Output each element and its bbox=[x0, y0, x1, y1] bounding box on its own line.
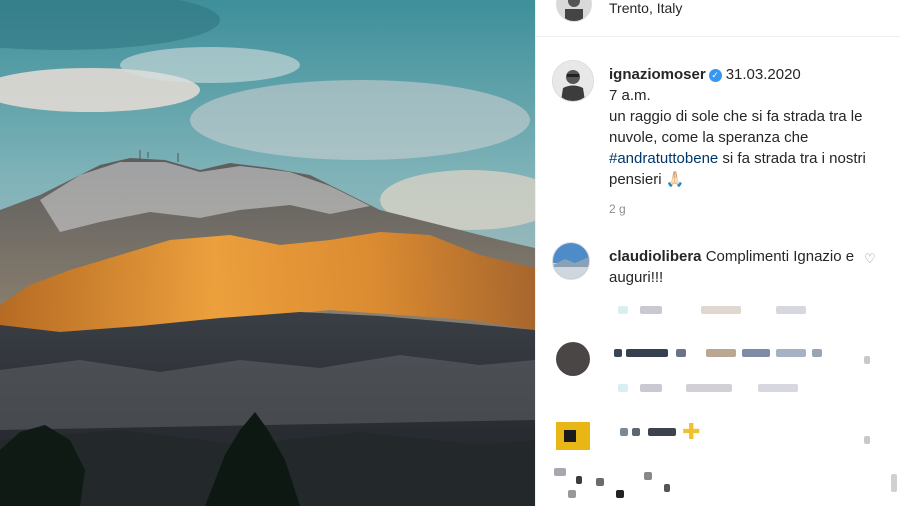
post-photo[interactable] bbox=[0, 0, 535, 506]
author-avatar-small[interactable] bbox=[556, 0, 592, 22]
caption-text: ignaziomoser ✓ 31.03.2020 7 a.m. un raggio… bbox=[609, 64, 894, 190]
caption-line-1: 7 a.m. bbox=[609, 87, 651, 104]
redacted-emoji-icon: ✚ bbox=[682, 419, 701, 444]
caption-body-1: un raggio di sole che si fa strada tra l… bbox=[609, 108, 863, 146]
mountain-photo bbox=[0, 0, 535, 506]
redacted-avatar-2-detail bbox=[564, 430, 576, 442]
location-link[interactable]: Trento, Italy bbox=[609, 0, 682, 16]
post-header: Trento, Italy bbox=[536, 0, 900, 37]
author-avatar[interactable] bbox=[552, 60, 594, 102]
post-time-ago[interactable]: 2 g bbox=[609, 202, 626, 216]
author-username[interactable]: ignaziomoser bbox=[609, 66, 706, 83]
post-side-panel: Trento, Italy ignaziomoser ✓ 31.03.2020 7 … bbox=[535, 0, 900, 506]
verified-badge-icon: ✓ bbox=[708, 69, 722, 82]
hashtag-link[interactable]: #andratuttobene bbox=[609, 150, 718, 167]
commenter-avatar[interactable] bbox=[552, 242, 590, 280]
post-date: 31.03.2020 bbox=[725, 66, 801, 83]
commenter-username[interactable]: claudiolibera bbox=[609, 248, 702, 265]
pray-emoji-icon: 🙏🏻 bbox=[665, 171, 685, 188]
comment-text: claudiolibera Complimenti Ignazio e augu… bbox=[609, 246, 859, 288]
like-comment-heart-icon[interactable]: ♡ bbox=[864, 251, 876, 267]
redacted-avatar-1 bbox=[556, 342, 590, 376]
